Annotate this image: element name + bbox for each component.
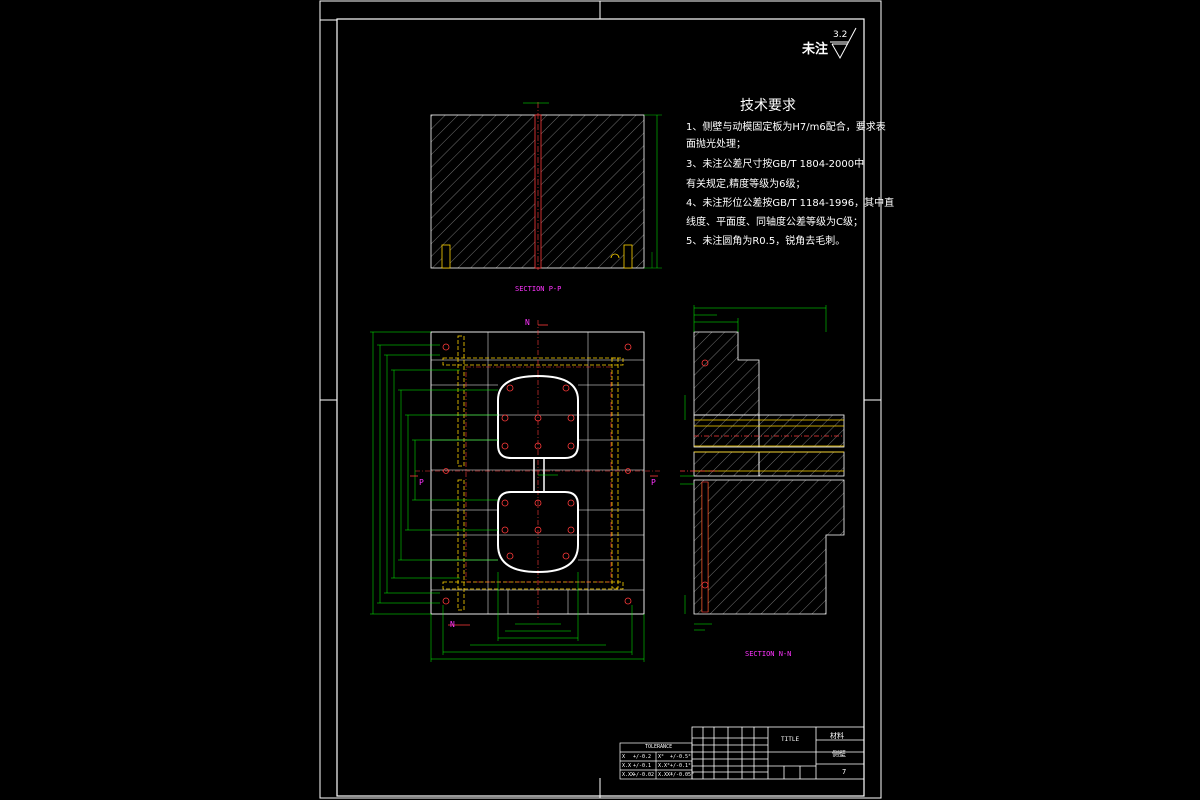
title-block-sheet: 7 xyxy=(842,768,847,776)
tolerance-cell: +/-0.02 xyxy=(633,772,655,778)
tolerance-cell: +/-0.5° xyxy=(670,754,692,760)
requirement-line: 线度、平面度、同轴度公差等级为C级； xyxy=(686,217,863,228)
requirement-line: 5、未注圆角为R0.5，锐角去毛刺。 xyxy=(686,236,846,247)
tolerance-cell: +/-0.2 xyxy=(633,754,652,760)
unmarked-roughness-label: 未注 xyxy=(802,42,829,57)
section-marker-n-bottom: N xyxy=(450,620,455,629)
tolerance-cell: X.X xyxy=(622,763,632,769)
section-pp-view xyxy=(430,102,662,270)
section-pp-label: SECTION P-P xyxy=(515,285,562,293)
requirement-line: 3、未注公差尺寸按GB/T 1804-2000中 xyxy=(686,159,865,170)
requirements-title: 技术要求 xyxy=(740,98,796,114)
requirement-line: 1、侧壁与动模固定板为H7/m6配合，要求表 xyxy=(686,122,886,133)
tolerance-cell: +/-0.1° xyxy=(670,763,692,769)
requirement-line: 4、未注形位公差按GB/T 1184-1996，其中直 xyxy=(686,198,895,209)
plan-view xyxy=(370,320,660,662)
section-nn-label: SECTION N-N xyxy=(745,650,792,658)
title-block-part-name: 侧壁 xyxy=(832,750,846,758)
section-nn-view xyxy=(680,305,845,631)
tolerance-cell: +/-0.1 xyxy=(633,763,652,769)
section-marker-n-top: N xyxy=(525,318,530,327)
tolerance-cell: X.X° xyxy=(658,763,671,769)
roughness-value: 3.2 xyxy=(833,30,848,40)
tolerance-cell: X xyxy=(622,754,626,760)
tolerance-cell: +/-0.05° xyxy=(670,772,695,778)
tolerance-title: TOLERANCE xyxy=(645,744,673,750)
requirement-line: 有关规定,精度等级为6级； xyxy=(686,179,806,190)
section-marker-p-right: P xyxy=(651,478,656,487)
tolerance-cell: X° xyxy=(658,754,665,760)
title-block-material: 材料 xyxy=(830,732,844,740)
title-block-title: TITLE xyxy=(781,736,800,743)
section-marker-p-left: P xyxy=(419,478,424,487)
requirement-line: 面抛光处理； xyxy=(686,139,746,150)
drawing-sheet xyxy=(319,0,882,799)
